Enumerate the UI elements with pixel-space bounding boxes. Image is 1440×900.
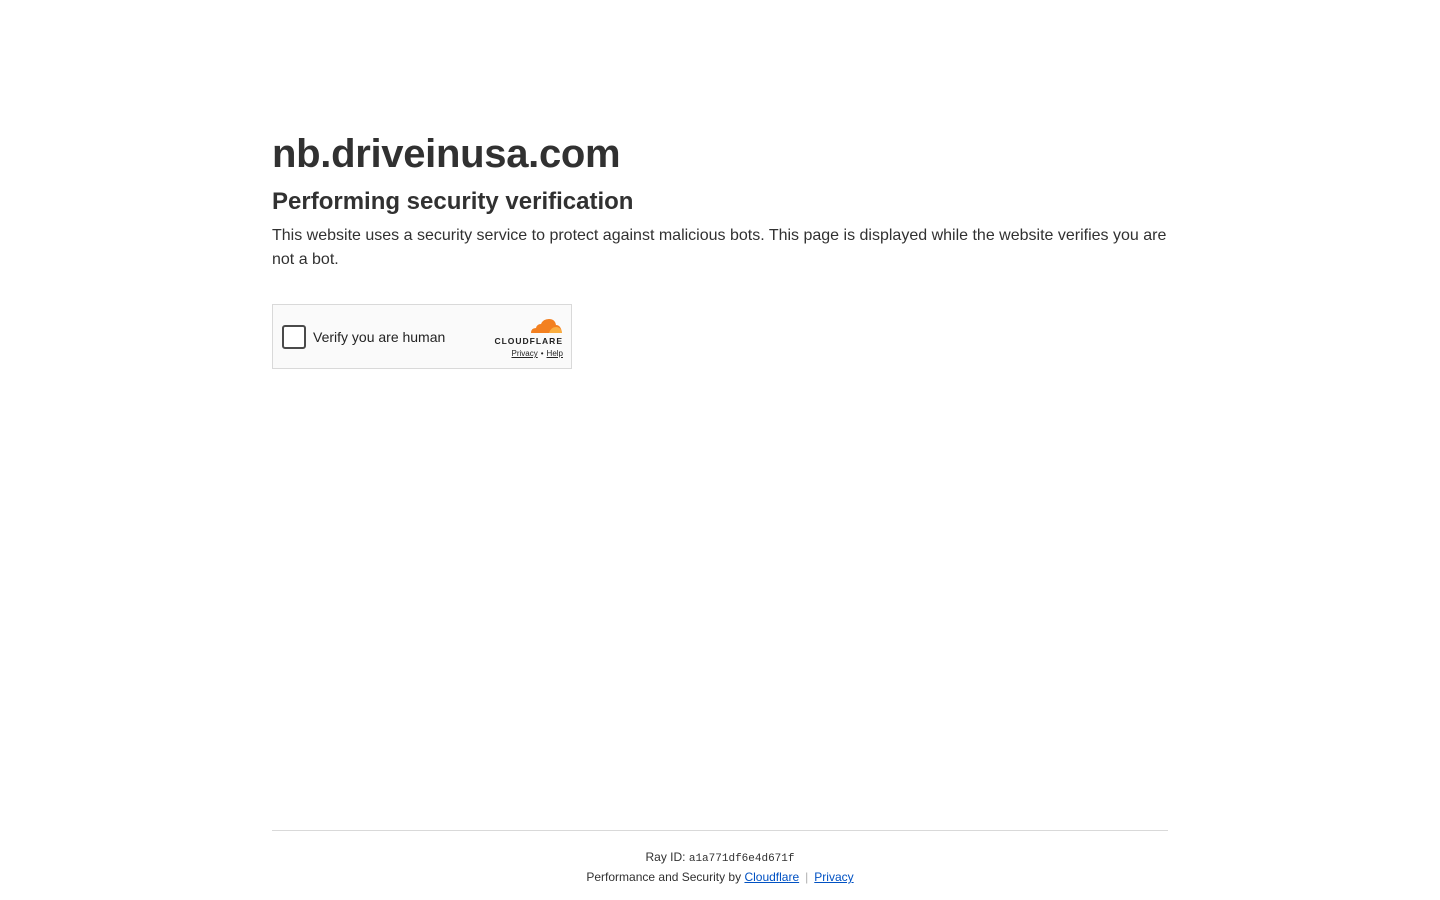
footer-divider	[272, 830, 1168, 831]
widget-help-link[interactable]: Help	[547, 349, 563, 358]
ray-id-line: Ray ID: a1a771df6e4d671f	[272, 848, 1168, 868]
footer-privacy-link[interactable]: Privacy	[814, 870, 853, 884]
widget-link-separator: •	[540, 349, 544, 358]
performance-line: Performance and Security by Cloudflare | P…	[272, 868, 1168, 886]
footer-separator: |	[805, 870, 809, 884]
cloudflare-wordmark: CLOUDFLARE	[494, 336, 563, 346]
description-text: This website uses a security service to …	[272, 227, 1167, 268]
widget-links: Privacy • Help	[487, 348, 564, 360]
ray-id-label: Ray ID:	[645, 850, 686, 864]
cloudflare-logo-icon	[531, 319, 562, 333]
verify-checkbox[interactable]	[282, 325, 306, 349]
challenge-page: nb.driveinusa.com Performing security ve…	[0, 0, 1440, 900]
ray-id-value: a1a771df6e4d671f	[688, 853, 795, 865]
turnstile-widget: Verify you are human CLOUDFLARE Privacy •…	[272, 304, 572, 369]
widget-privacy-link[interactable]: Privacy	[512, 349, 538, 358]
site-title: nb.driveinusa.com	[272, 132, 621, 176]
page-subtitle: Performing security verification	[272, 188, 634, 215]
cloudflare-branding: CLOUDFLARE Privacy • Help	[487, 317, 563, 360]
performance-text: Performance and Security by	[586, 870, 742, 884]
main-content: nb.driveinusa.com Performing security ve…	[272, 128, 1168, 369]
cloudflare-link[interactable]: Cloudflare	[744, 870, 799, 884]
verify-label[interactable]: Verify you are human	[313, 327, 445, 347]
footer: Ray ID: a1a771df6e4d671f Performance and…	[272, 848, 1168, 886]
